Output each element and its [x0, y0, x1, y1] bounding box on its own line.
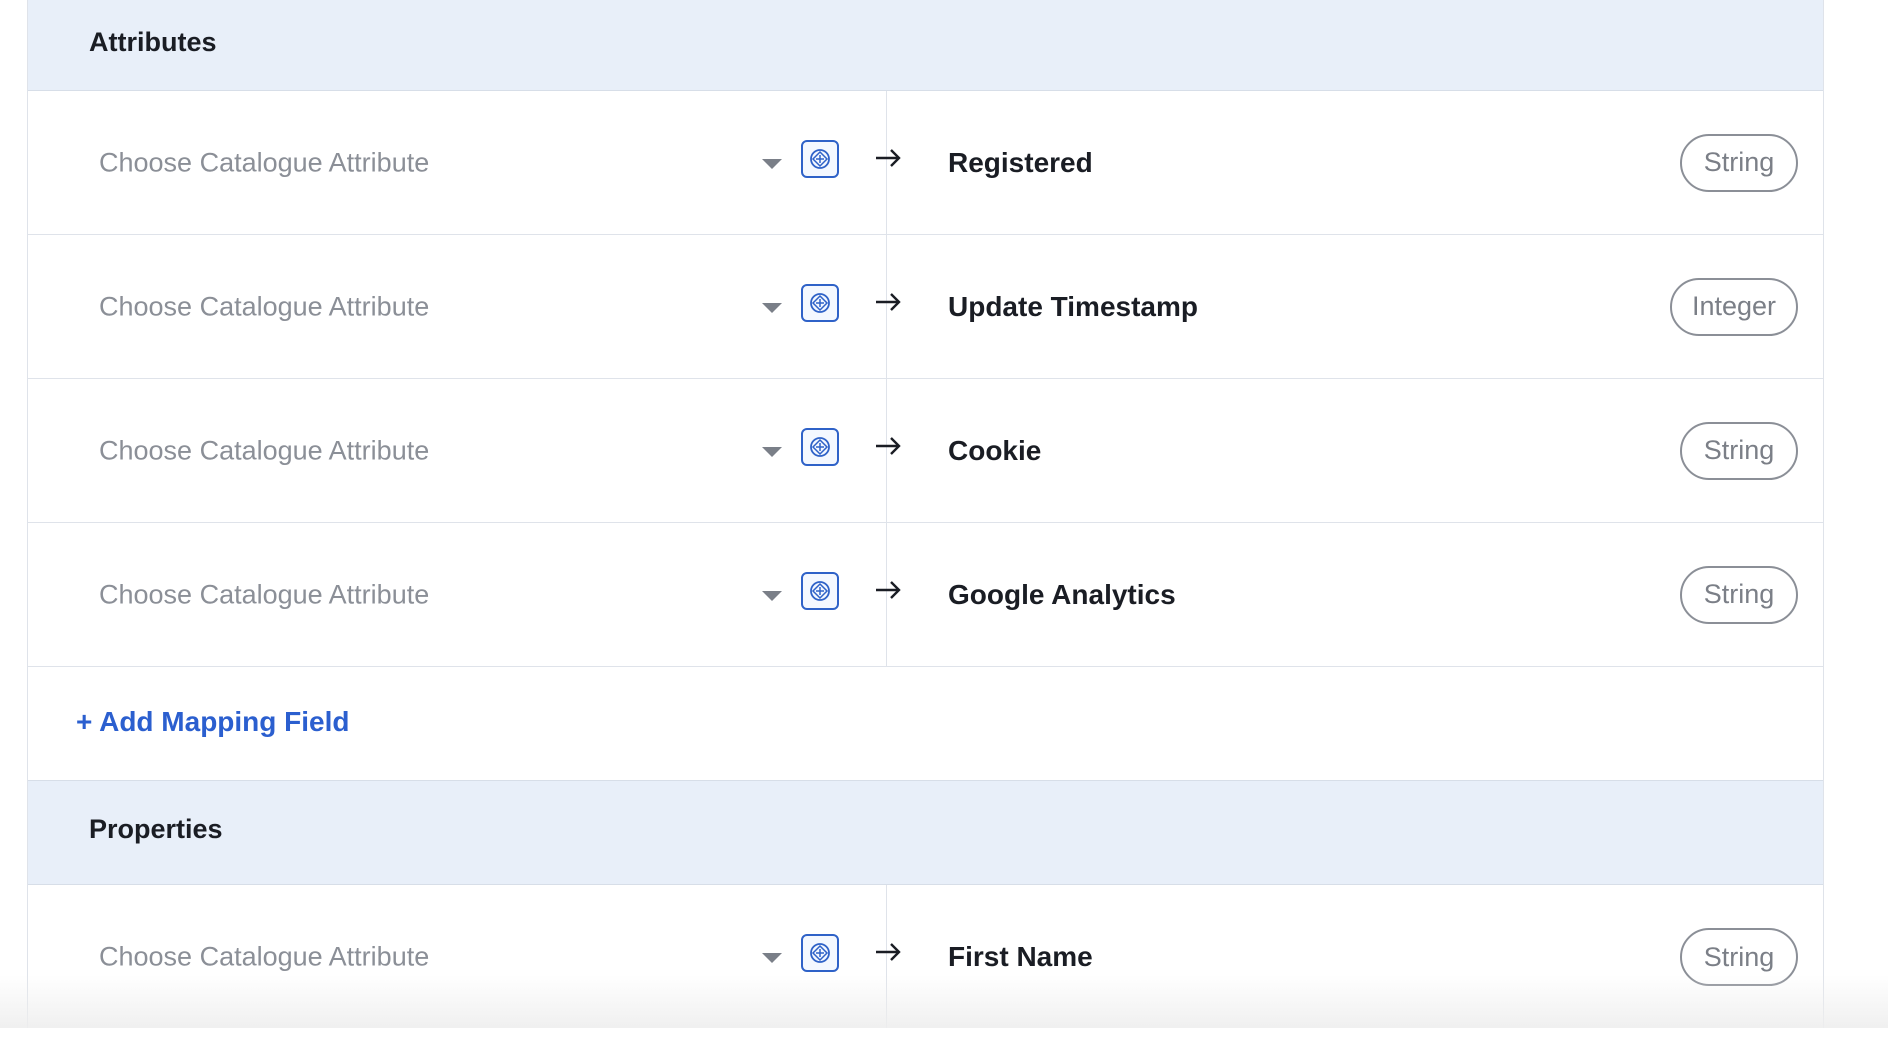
destination-field-name: Update Timestamp: [948, 290, 1198, 322]
mapping-row: Choose Catalogue Attribute Cookie String: [28, 379, 1823, 523]
add-mapping-row: + Add Mapping Field: [28, 667, 1823, 780]
destination-field-name: Registered: [948, 146, 1093, 178]
target-diamond-icon: [810, 436, 830, 457]
catalogue-attribute-cell: Choose Catalogue Attribute: [28, 379, 901, 522]
mapping-row: Choose Catalogue Attribute Registered St…: [28, 91, 1823, 235]
attributes-section-header: Attributes: [28, 0, 1823, 91]
target-diamond-icon: [810, 148, 830, 169]
chevron-down-icon[interactable]: [762, 302, 782, 313]
mapping-row: Choose Catalogue Attribute Update Timest…: [28, 235, 1823, 379]
type-badge: Integer: [1669, 277, 1798, 336]
catalogue-attribute-select[interactable]: Choose Catalogue Attribute: [99, 147, 429, 178]
chevron-down-icon[interactable]: [762, 158, 782, 169]
catalogue-attribute-cell: Choose Catalogue Attribute: [28, 885, 901, 1028]
target-diamond-icon: [810, 943, 830, 963]
add-mapping-field-button[interactable]: + Add Mapping Field: [76, 706, 350, 738]
catalogue-attribute-select[interactable]: Choose Catalogue Attribute: [99, 579, 429, 610]
destination-field-name: Cookie: [948, 434, 1042, 466]
destination-field-name: First Name: [948, 941, 1093, 972]
catalogue-attribute-cell: Choose Catalogue Attribute: [28, 235, 901, 378]
lookup-button[interactable]: [801, 571, 839, 610]
type-badge: String: [1680, 133, 1798, 192]
catalogue-attribute-select[interactable]: Choose Catalogue Attribute: [99, 435, 429, 466]
type-badge: String: [1680, 928, 1798, 986]
catalogue-attribute-select[interactable]: Choose Catalogue Attribute: [99, 942, 429, 973]
destination-field-cell: Registered String: [887, 91, 1823, 234]
target-diamond-icon: [810, 292, 830, 313]
lookup-button[interactable]: [801, 139, 839, 178]
mapping-panel: Attributes Choose Catalogue Attribute Re…: [27, 0, 1824, 1028]
arrow-right-icon: [876, 436, 901, 455]
chevron-down-icon[interactable]: [762, 953, 782, 963]
arrow-right-icon: [876, 943, 901, 961]
catalogue-attribute-cell: Choose Catalogue Attribute: [28, 523, 901, 666]
mapping-row: Choose Catalogue Attribute First Name St…: [28, 885, 1823, 1028]
chevron-down-icon[interactable]: [762, 590, 782, 601]
destination-field-cell: Cookie String: [887, 379, 1823, 522]
type-badge: String: [1680, 565, 1798, 624]
catalogue-attribute-select[interactable]: Choose Catalogue Attribute: [99, 291, 429, 322]
properties-section-header: Properties: [28, 780, 1823, 885]
section-title-attributes: Attributes: [89, 26, 217, 57]
lookup-button[interactable]: [801, 427, 839, 466]
arrow-right-icon: [876, 148, 901, 167]
catalogue-attribute-cell: Choose Catalogue Attribute: [28, 91, 901, 234]
destination-field-cell: Google Analytics String: [887, 523, 1823, 666]
section-title-properties: Properties: [89, 814, 223, 844]
arrow-right-icon: [876, 580, 901, 599]
arrow-right-icon: [876, 292, 901, 311]
destination-field-cell: Update Timestamp Integer: [887, 235, 1823, 378]
mapping-row: Choose Catalogue Attribute Google Analyt…: [28, 523, 1823, 667]
type-badge: String: [1680, 421, 1798, 480]
destination-field-cell: First Name String: [887, 885, 1823, 1028]
chevron-down-icon[interactable]: [762, 446, 782, 457]
target-diamond-icon: [810, 580, 830, 601]
lookup-button[interactable]: [801, 934, 839, 972]
lookup-button[interactable]: [801, 283, 839, 322]
destination-field-name: Google Analytics: [948, 578, 1176, 610]
